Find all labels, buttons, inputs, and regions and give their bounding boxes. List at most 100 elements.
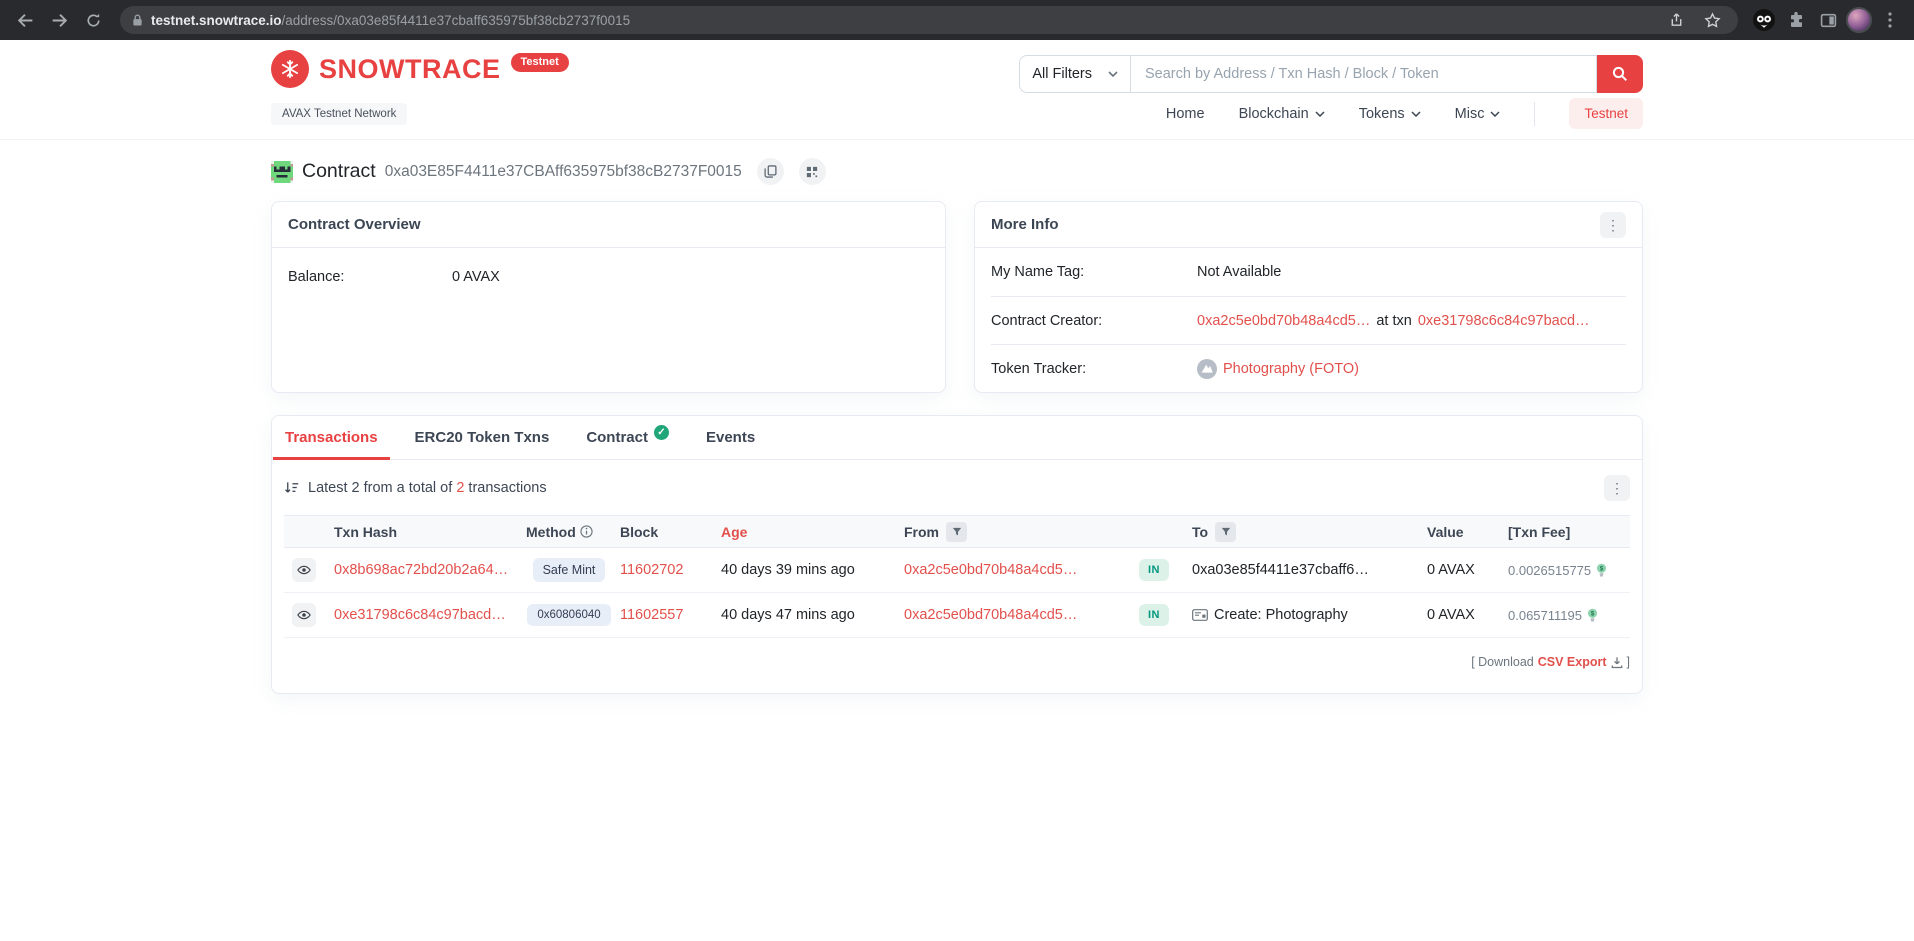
to-address: 0xa03e85f4411e37cbaff6… [1192, 562, 1369, 578]
to-contract-create: Create: Photography [1214, 607, 1348, 623]
side-panel-icon [1820, 12, 1837, 29]
qr-code-button[interactable] [799, 158, 826, 185]
chevron-down-icon [1411, 111, 1421, 117]
tab-events[interactable]: Events [694, 416, 767, 459]
url-domain: testnet.snowtrace.io [151, 13, 282, 28]
filter-icon [952, 527, 962, 537]
snowflake-icon [279, 58, 301, 80]
more-info-card: More Info ⋮ My Name Tag: Not Available C… [974, 201, 1643, 393]
browser-menu-button[interactable] [1876, 6, 1904, 34]
txn-hash-link[interactable]: 0x8b698ac72bd20b2a64… [334, 562, 508, 578]
col-age-toggle[interactable]: Age [713, 524, 896, 540]
nav-testnet-button[interactable]: Testnet [1569, 98, 1643, 129]
to-filter-button[interactable] [1215, 522, 1236, 542]
main-content: Contract 0xa03E85F4411e37CBAff635975bf38… [271, 140, 1643, 694]
tab-contract[interactable]: Contract✓ [574, 416, 681, 459]
direction-badge: IN [1139, 604, 1169, 626]
svg-text:$: $ [1591, 610, 1595, 617]
network-label: AVAX Testnet Network [271, 103, 407, 125]
txn-fee-value: 0.065711195 [1508, 608, 1582, 623]
tx-preview-button[interactable] [292, 603, 316, 627]
name-tag-value: Not Available [1197, 264, 1281, 280]
page-title: Contract [302, 160, 376, 183]
creator-address-link[interactable]: 0xa2c5e0bd70b48a4cd5… [1197, 313, 1370, 329]
tab-erc20-token-txns[interactable]: ERC20 Token Txns [403, 416, 562, 459]
url-text: testnet.snowtrace.io/address/0xa03e85f44… [151, 13, 630, 28]
search-filter-dropdown[interactable]: All Filters [1019, 55, 1131, 93]
search-filter-label: All Filters [1032, 66, 1092, 82]
sort-icon [284, 481, 299, 495]
filter-icon [1221, 527, 1231, 537]
tab-transactions[interactable]: Transactions [273, 416, 390, 459]
csv-export-link[interactable]: CSV Export [1538, 655, 1623, 669]
back-arrow-icon [16, 11, 35, 30]
col-txn-fee: [Txn Fee] [1500, 524, 1630, 540]
balance-value: 0 AVAX [452, 269, 500, 285]
tab-bar: Transactions ERC20 Token Txns Contract✓ … [272, 416, 1642, 460]
nav-misc[interactable]: Misc [1455, 106, 1501, 122]
overview-card-title: Contract Overview [288, 216, 421, 233]
browser-forward-button[interactable] [44, 5, 74, 35]
creation-txn-link[interactable]: 0xe31798c6c84c97bacd… [1418, 313, 1590, 329]
browser-extensions-button[interactable] [1782, 6, 1810, 34]
more-info-menu-button[interactable]: ⋮ [1600, 212, 1626, 238]
nav-blockchain[interactable]: Blockchain [1239, 106, 1325, 122]
creator-connector: at txn [1376, 313, 1411, 329]
eye-icon [297, 608, 311, 622]
contract-address: 0xa03E85F4411e37CBAff635975bf38cB2737F00… [385, 163, 742, 181]
from-filter-button[interactable] [946, 522, 967, 542]
age-value: 40 days 47 mins ago [713, 607, 896, 623]
copy-address-button[interactable] [757, 158, 784, 185]
direction-badge: IN [1139, 559, 1169, 581]
browser-refresh-button[interactable] [78, 5, 108, 35]
transactions-card: Transactions ERC20 Token Txns Contract✓ … [271, 415, 1643, 694]
txn-hash-link[interactable]: 0xe31798c6c84c97bacd… [334, 607, 506, 623]
nav-tokens[interactable]: Tokens [1359, 106, 1421, 122]
search-input[interactable] [1131, 55, 1597, 93]
value-cell: 0 AVAX [1419, 607, 1500, 623]
site-logo[interactable]: SNOWTRACE Testnet [271, 50, 569, 88]
transactions-menu-button[interactable]: ⋮ [1604, 475, 1630, 501]
browser-toolbar: testnet.snowtrace.io/address/0xa03e85f44… [0, 0, 1914, 40]
browser-profile-avatar[interactable] [1846, 7, 1872, 33]
browser-address-bar[interactable]: testnet.snowtrace.io/address/0xa03e85f44… [120, 6, 1738, 34]
browser-back-button[interactable] [10, 5, 40, 35]
token-tracker-row: Token Tracker: Photography (FOTO) [991, 344, 1626, 392]
block-link[interactable]: 11602702 [620, 562, 683, 578]
verified-check-icon: ✓ [654, 425, 669, 440]
browser-share-button[interactable] [1662, 6, 1690, 34]
token-logo-icon [1197, 359, 1217, 379]
from-address-link[interactable]: 0xa2c5e0bd70b48a4cd5… [904, 607, 1077, 623]
token-tracker-link[interactable]: Photography (FOTO) [1223, 361, 1359, 377]
block-link[interactable]: 11602557 [620, 607, 683, 623]
url-path: /address/0xa03e85f4411e37cbaff635975bf38… [282, 13, 631, 28]
browser-sidepanel-button[interactable] [1814, 6, 1842, 34]
chevron-down-icon [1490, 111, 1500, 117]
contract-overview-card: Contract Overview Balance: 0 AVAX [271, 201, 946, 393]
nav-home[interactable]: Home [1166, 106, 1205, 122]
browser-extension-owl-button[interactable] [1750, 6, 1778, 34]
col-block: Block [612, 524, 713, 540]
value-cell: 0 AVAX [1419, 562, 1500, 578]
qr-code-icon [806, 166, 818, 178]
forward-arrow-icon [50, 11, 69, 30]
contract-creator-row: Contract Creator: 0xa2c5e0bd70b48a4cd5… … [991, 296, 1626, 344]
tx-preview-button[interactable] [292, 558, 316, 582]
search-button[interactable] [1597, 55, 1643, 93]
method-badge: Safe Mint [533, 558, 606, 582]
page-title-row: Contract 0xa03E85F4411e37CBAff635975bf38… [271, 158, 1643, 185]
chevron-down-icon [1315, 111, 1325, 117]
col-method: Method [518, 524, 612, 540]
share-icon [1669, 12, 1684, 28]
info-icon[interactable] [580, 525, 593, 538]
from-address-link[interactable]: 0xa2c5e0bd70b48a4cd5… [904, 562, 1077, 578]
transactions-table: Txn Hash Method Block Age From To Value … [272, 515, 1642, 638]
balance-label: Balance: [288, 269, 452, 285]
brand-testnet-badge: Testnet [511, 53, 569, 72]
refresh-icon [85, 12, 102, 29]
more-info-card-title: More Info [991, 216, 1059, 233]
col-to: To [1184, 522, 1419, 542]
search-icon [1612, 66, 1628, 82]
svg-text:$: $ [1600, 565, 1604, 572]
browser-bookmark-button[interactable] [1698, 6, 1726, 34]
